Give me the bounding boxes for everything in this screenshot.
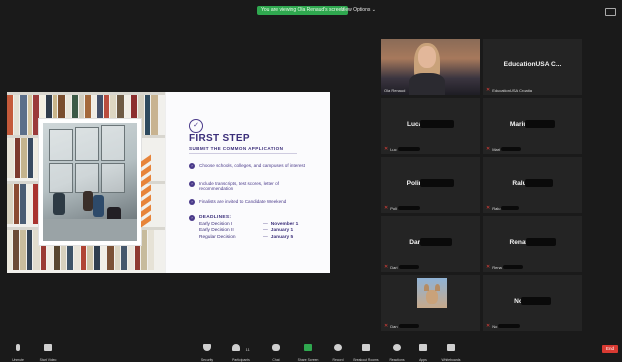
participant-footer: ✕ Ralu — [486, 205, 520, 211]
participant-name: Renata — [483, 238, 582, 246]
deadline-row: Regular Decision — January 5 — [199, 234, 294, 240]
bullet-arrow-icon: › — [189, 215, 195, 221]
bullet-item: › Include transcripts, test scores, lett… — [189, 181, 307, 192]
participant-footer: ✕ EducationUSA Croatia — [486, 87, 533, 93]
share-screen-button[interactable]: Share Screen — [291, 338, 325, 362]
participant-tile[interactable]: ✕ Dan — [381, 275, 480, 331]
deadline-row: Early Decision II — January 1 — [199, 228, 294, 233]
mic-icon — [16, 344, 20, 351]
participant-name: Daria — [381, 238, 480, 246]
apps-icon — [419, 344, 427, 351]
mic-muted-icon: ✕ — [384, 323, 389, 329]
security-button[interactable]: Security — [190, 338, 224, 362]
slide-subtitle: SUBMIT THE COMMON APPLICATION — [189, 146, 284, 151]
participant-tile[interactable]: Daria ✕ Dari — [381, 216, 480, 272]
participant-video — [381, 39, 480, 95]
deadline-row: Early Decision I — November 1 — [199, 221, 299, 227]
shield-icon — [203, 344, 211, 351]
participant-footer: ✕ Mari — [486, 146, 521, 152]
meeting-toolbar: Unmute Start Video Security 11 Participa… — [0, 336, 622, 362]
participant-footer: ✕ Dari — [384, 264, 419, 270]
participant-tile[interactable]: Marius ✕ Mari — [483, 98, 582, 154]
participant-footer: ✕ No — [486, 323, 521, 329]
participant-name: Polina — [381, 179, 480, 187]
orange-accent-stripes — [141, 154, 151, 228]
people-icon — [232, 344, 241, 351]
grid-icon — [362, 344, 370, 351]
participant-name: Marius — [483, 120, 582, 128]
bullet-item: › Finalists are invited to Candidate Wee… — [189, 199, 307, 205]
participant-tile[interactable]: Polina ✕ Poli — [381, 157, 480, 213]
participant-tile-active-speaker[interactable]: Ola Renaud — [381, 39, 480, 95]
bullet-arrow-icon: › — [189, 181, 195, 187]
participant-footer: ✕ Luc — [384, 146, 420, 152]
mic-muted-icon: ✕ — [486, 323, 491, 329]
participant-tile[interactable]: EducationUSA C... ✕ EducationUSA Croatia — [483, 39, 582, 95]
participant-tile[interactable]: Lucas ✕ Luc — [381, 98, 480, 154]
mic-muted-icon: ✕ — [384, 264, 389, 270]
participant-name: Ralu — [483, 179, 582, 187]
participant-footer: ✕ Rena — [486, 264, 523, 270]
whiteboards-button[interactable]: Whiteboards — [434, 338, 468, 362]
slide-title: FIRST STEP — [189, 133, 250, 144]
deadlines-block: DEADLINES: Early Decision I — November 1… — [199, 215, 298, 240]
bullet-arrow-icon: › — [189, 199, 195, 205]
participant-name: EducationUSA C... — [503, 61, 562, 68]
bullet-item: › Choose schools, colleges, and campuses… — [189, 163, 307, 169]
record-icon — [334, 344, 342, 351]
fullscreen-icon[interactable] — [605, 8, 616, 16]
end-meeting-button[interactable]: End — [602, 345, 618, 353]
share-screen-icon — [304, 344, 312, 351]
breakout-rooms-button[interactable]: Breakout Rooms — [349, 338, 383, 362]
participant-tile[interactable]: Renata ✕ Rena — [483, 216, 582, 272]
participant-footer: ✕ Poli — [384, 205, 420, 211]
participant-footer: Ola Renaud — [384, 88, 406, 93]
deadlines-heading: DEADLINES: — [199, 215, 232, 220]
slide-content: ✓ FIRST STEP SUBMIT THE COMMON APPLICATI… — [165, 92, 330, 273]
whiteboard-icon — [447, 344, 455, 351]
view-options-button[interactable]: View Options ⌄ — [341, 6, 376, 15]
participant-footer: ✕ Dan — [384, 323, 419, 329]
shared-screen: ✓ FIRST STEP SUBMIT THE COMMON APPLICATI… — [7, 92, 330, 273]
chat-button[interactable]: Chat — [259, 338, 293, 362]
participant-name: Lucas — [381, 120, 480, 128]
unmute-button[interactable]: Unmute — [1, 338, 35, 362]
divider — [189, 153, 297, 154]
video-icon — [44, 344, 52, 351]
mic-muted-icon: ✕ — [384, 146, 389, 152]
mic-muted-icon: ✕ — [486, 146, 491, 152]
start-video-button[interactable]: Start Video — [31, 338, 65, 362]
avatar — [417, 278, 447, 308]
mic-muted-icon: ✕ — [486, 205, 491, 211]
participants-button[interactable]: 11 Participants — [224, 338, 258, 362]
deadlines-marker: › — [189, 215, 199, 221]
participant-tile[interactable]: No ✕ No — [483, 275, 582, 331]
chat-icon — [272, 344, 280, 351]
participant-count: 11 — [245, 347, 250, 352]
check-circle-icon: ✓ — [189, 119, 203, 133]
top-bar: You are viewing Ola Renaud's screen View… — [0, 0, 622, 20]
participant-name: No — [483, 297, 582, 305]
bullet-arrow-icon: › — [189, 163, 195, 169]
mic-muted-icon: ✕ — [384, 205, 389, 211]
mic-muted-icon: ✕ — [486, 264, 491, 270]
mic-muted-icon: ✕ — [486, 87, 491, 93]
screen-share-banner[interactable]: You are viewing Ola Renaud's screen — [257, 6, 349, 15]
participant-gallery: Ola Renaud EducationUSA C... ✕ Education… — [378, 37, 583, 332]
participant-tile[interactable]: Ralu ✕ Ralu — [483, 157, 582, 213]
smile-icon — [393, 344, 401, 351]
campus-photo — [39, 119, 141, 245]
